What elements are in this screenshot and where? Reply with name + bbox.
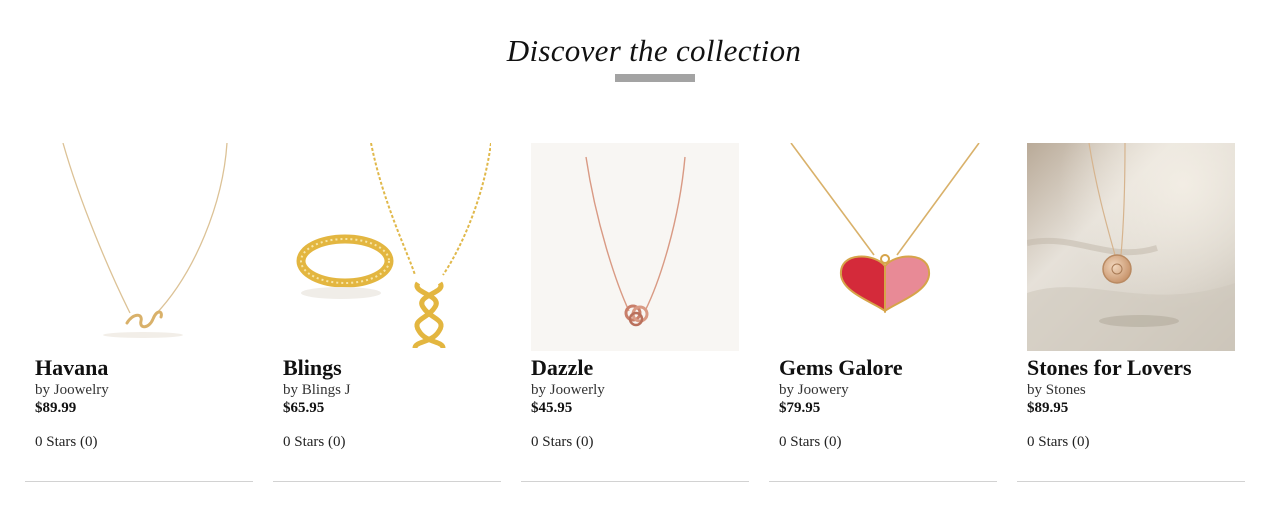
- product-card[interactable]: Blings by Blings J $65.95 0 Stars (0): [273, 143, 501, 482]
- product-price: $79.95: [779, 400, 821, 416]
- product-price: $65.95: [283, 400, 325, 416]
- product-card[interactable]: Dazzle by Joowerly $45.95 0 Stars (0): [521, 143, 749, 482]
- product-card[interactable]: Havana by Joowelry $89.99 0 Stars (0): [25, 143, 253, 482]
- product-title[interactable]: Havana: [35, 355, 108, 381]
- product-rating: 0 Stars (0): [35, 434, 98, 450]
- product-image-stones-for-lovers[interactable]: [1027, 143, 1235, 351]
- product-price: $45.95: [531, 400, 573, 416]
- product-maker: by Joowerly: [531, 382, 605, 398]
- product-title[interactable]: Blings: [283, 355, 342, 381]
- product-card[interactable]: Stones for Lovers by Stones $89.95 0 Sta…: [1017, 143, 1245, 482]
- product-rating: 0 Stars (0): [779, 434, 842, 450]
- product-price: $89.99: [35, 400, 77, 416]
- product-image-blings[interactable]: [283, 143, 491, 351]
- product-title[interactable]: Dazzle: [531, 355, 593, 381]
- product-image-dazzle[interactable]: [531, 143, 739, 351]
- product-image-gems-galore[interactable]: [779, 143, 987, 351]
- product-title[interactable]: Stones for Lovers: [1027, 355, 1192, 381]
- product-rating: 0 Stars (0): [531, 434, 594, 450]
- product-image-havana[interactable]: [35, 143, 243, 351]
- product-maker: by Joowelry: [35, 382, 109, 398]
- product-card[interactable]: Gems Galore by Joowery $79.95 0 Stars (0…: [769, 143, 997, 482]
- product-maker: by Stones: [1027, 382, 1086, 398]
- product-maker: by Joowery: [779, 382, 849, 398]
- product-maker: by Blings J: [283, 382, 351, 398]
- product-title[interactable]: Gems Galore: [779, 355, 903, 381]
- section-heading: Discover the collection: [506, 33, 802, 68]
- product-rating: 0 Stars (0): [283, 434, 346, 450]
- heading-underline: [615, 74, 695, 82]
- product-price: $89.95: [1027, 400, 1069, 416]
- product-rating: 0 Stars (0): [1027, 434, 1090, 450]
